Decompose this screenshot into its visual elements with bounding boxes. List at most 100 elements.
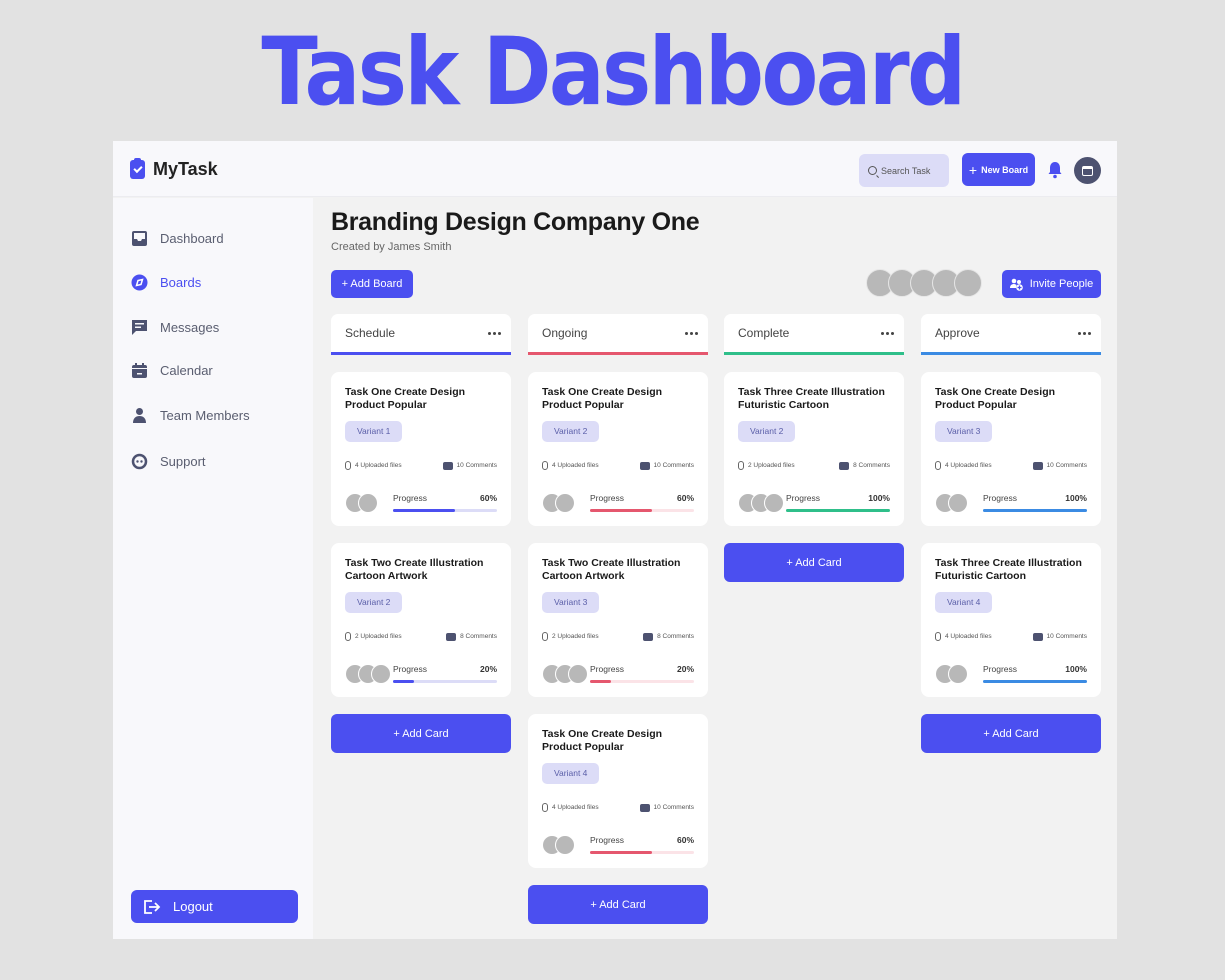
comments[interactable]: 8 Comments (446, 632, 497, 641)
task-card[interactable]: Task One Create Design Product Popular Va… (331, 372, 511, 526)
progress-fill (393, 680, 414, 683)
avatar (948, 664, 968, 684)
task-title: Task Three Create Illustration Futuristi… (738, 386, 885, 411)
support-icon (131, 453, 148, 469)
search-icon (868, 166, 877, 175)
more-options-icon[interactable] (685, 331, 698, 335)
comments[interactable]: 10 Comments (639, 803, 694, 812)
invite-people-icon (1009, 278, 1023, 291)
comment-icon (442, 461, 453, 470)
avatar (358, 493, 378, 513)
progress-label: Progress (590, 835, 625, 845)
app-window: MyTask Search Task + New Board Dashboard… (113, 141, 1117, 939)
person-icon (133, 407, 146, 423)
logo[interactable]: MyTask (130, 158, 218, 180)
paperclip-icon (935, 461, 941, 470)
progress-label: Progress (590, 664, 625, 674)
avatar (764, 493, 784, 513)
more-options-icon[interactable] (488, 331, 501, 335)
variant-badge[interactable]: Variant 3 (542, 592, 600, 613)
variant-badge[interactable]: Variant 1 (345, 421, 403, 442)
column-schedule: Schedule Task One Create Design Product P… (331, 314, 511, 753)
task-card[interactable]: Task Three Create Illustration Futuristi… (921, 543, 1101, 697)
sidebar-item-support[interactable]: Support (131, 450, 206, 472)
variant-badge[interactable]: Variant 2 (738, 421, 796, 442)
task-card[interactable]: Task Two Create Illustration Cartoon Art… (331, 543, 511, 697)
logout-button[interactable]: Logout (131, 890, 298, 923)
comments-count: 10 Comments (456, 462, 497, 469)
comments[interactable]: 10 Comments (1032, 461, 1087, 470)
top-bar: MyTask Search Task + New Board (113, 141, 1117, 197)
progress-bar (983, 509, 1087, 512)
progress: Progress 20% (393, 664, 497, 683)
task-card[interactable]: Task One Create Design Product Popular Va… (921, 372, 1101, 526)
comments[interactable]: 10 Comments (639, 461, 694, 470)
task-meta: 4 Uploaded files 10 Comments (345, 461, 497, 470)
sidebar-item-messages[interactable]: Messages (131, 316, 219, 338)
avatar[interactable] (954, 269, 982, 297)
files-count: 4 Uploaded files (355, 462, 402, 469)
member-avatars[interactable] (866, 269, 982, 297)
variant-badge[interactable]: Variant 4 (935, 592, 993, 613)
clipboard-check-icon (130, 158, 145, 179)
task-card[interactable]: Task One Create Design Product Popular Va… (528, 714, 708, 868)
task-card[interactable]: Task Three Create Illustration Futuristi… (724, 372, 904, 526)
sidebar-item-label: Calendar (160, 362, 213, 378)
task-title: Task One Create Design Product Popular (542, 386, 663, 411)
files-count: 4 Uploaded files (945, 633, 992, 640)
files-count: 4 Uploaded files (552, 804, 599, 811)
add-card-button[interactable]: + Add Card (331, 714, 511, 753)
invite-people-button[interactable]: Invite People (1002, 270, 1101, 298)
progress-label: Progress (393, 664, 428, 674)
comment-icon (643, 632, 654, 641)
add-board-button[interactable]: + Add Board (331, 270, 413, 298)
new-board-button[interactable]: + New Board (962, 153, 1035, 186)
task-meta: 4 Uploaded files 10 Comments (542, 461, 694, 470)
comment-icon (639, 461, 650, 470)
progress-fill (590, 509, 653, 512)
uploaded-files[interactable]: 4 Uploaded files (542, 803, 599, 812)
uploaded-files[interactable]: 2 Uploaded files (345, 632, 402, 641)
sidebar-item-calendar[interactable]: Calendar (131, 359, 213, 381)
search-input[interactable]: Search Task (859, 154, 949, 187)
calendar-button[interactable] (1074, 157, 1101, 184)
add-card-button[interactable]: + Add Card (921, 714, 1101, 753)
variant-badge[interactable]: Variant 3 (935, 421, 993, 442)
uploaded-files[interactable]: 4 Uploaded files (345, 461, 402, 470)
task-meta: 4 Uploaded files 10 Comments (935, 632, 1087, 641)
progress: Progress 60% (393, 493, 497, 512)
uploaded-files[interactable]: 4 Uploaded files (542, 461, 599, 470)
add-card-button[interactable]: + Add Card (528, 885, 708, 924)
logout-icon (144, 899, 161, 914)
uploaded-files[interactable]: 2 Uploaded files (542, 632, 599, 641)
uploaded-files[interactable]: 4 Uploaded files (935, 461, 992, 470)
progress-bar (786, 509, 890, 512)
uploaded-files[interactable]: 2 Uploaded files (738, 461, 795, 470)
column-title: Schedule (345, 326, 396, 340)
task-title: Task One Create Design Product Popular (542, 728, 663, 753)
task-title: Task One Create Design Product Popular (935, 386, 1056, 411)
progress-label: Progress (590, 493, 625, 503)
variant-badge[interactable]: Variant 2 (345, 592, 403, 613)
task-card[interactable]: Task One Create Design Product Popular Va… (528, 372, 708, 526)
variant-badge[interactable]: Variant 4 (542, 763, 600, 784)
sidebar-item-boards[interactable]: Boards (131, 271, 201, 293)
uploaded-files[interactable]: 4 Uploaded files (935, 632, 992, 641)
sidebar-item-team-members[interactable]: Team Members (131, 404, 250, 426)
paperclip-icon (542, 461, 548, 470)
message-icon (132, 319, 147, 335)
task-card[interactable]: Task Two Create Illustration Cartoon Art… (528, 543, 708, 697)
progress-fill (393, 509, 456, 512)
variant-badge[interactable]: Variant 2 (542, 421, 600, 442)
task-title: Task Three Create Illustration Futuristi… (935, 557, 1082, 582)
comments[interactable]: 10 Comments (1032, 632, 1087, 641)
sidebar-item-dashboard[interactable]: Dashboard (131, 227, 224, 249)
column-title: Complete (738, 326, 790, 340)
comments[interactable]: 10 Comments (442, 461, 497, 470)
more-options-icon[interactable] (881, 331, 894, 335)
more-options-icon[interactable] (1078, 331, 1091, 335)
bell-icon[interactable] (1047, 161, 1063, 179)
add-card-button[interactable]: + Add Card (724, 543, 904, 582)
comments[interactable]: 8 Comments (643, 632, 694, 641)
comments[interactable]: 8 Comments (839, 461, 890, 470)
